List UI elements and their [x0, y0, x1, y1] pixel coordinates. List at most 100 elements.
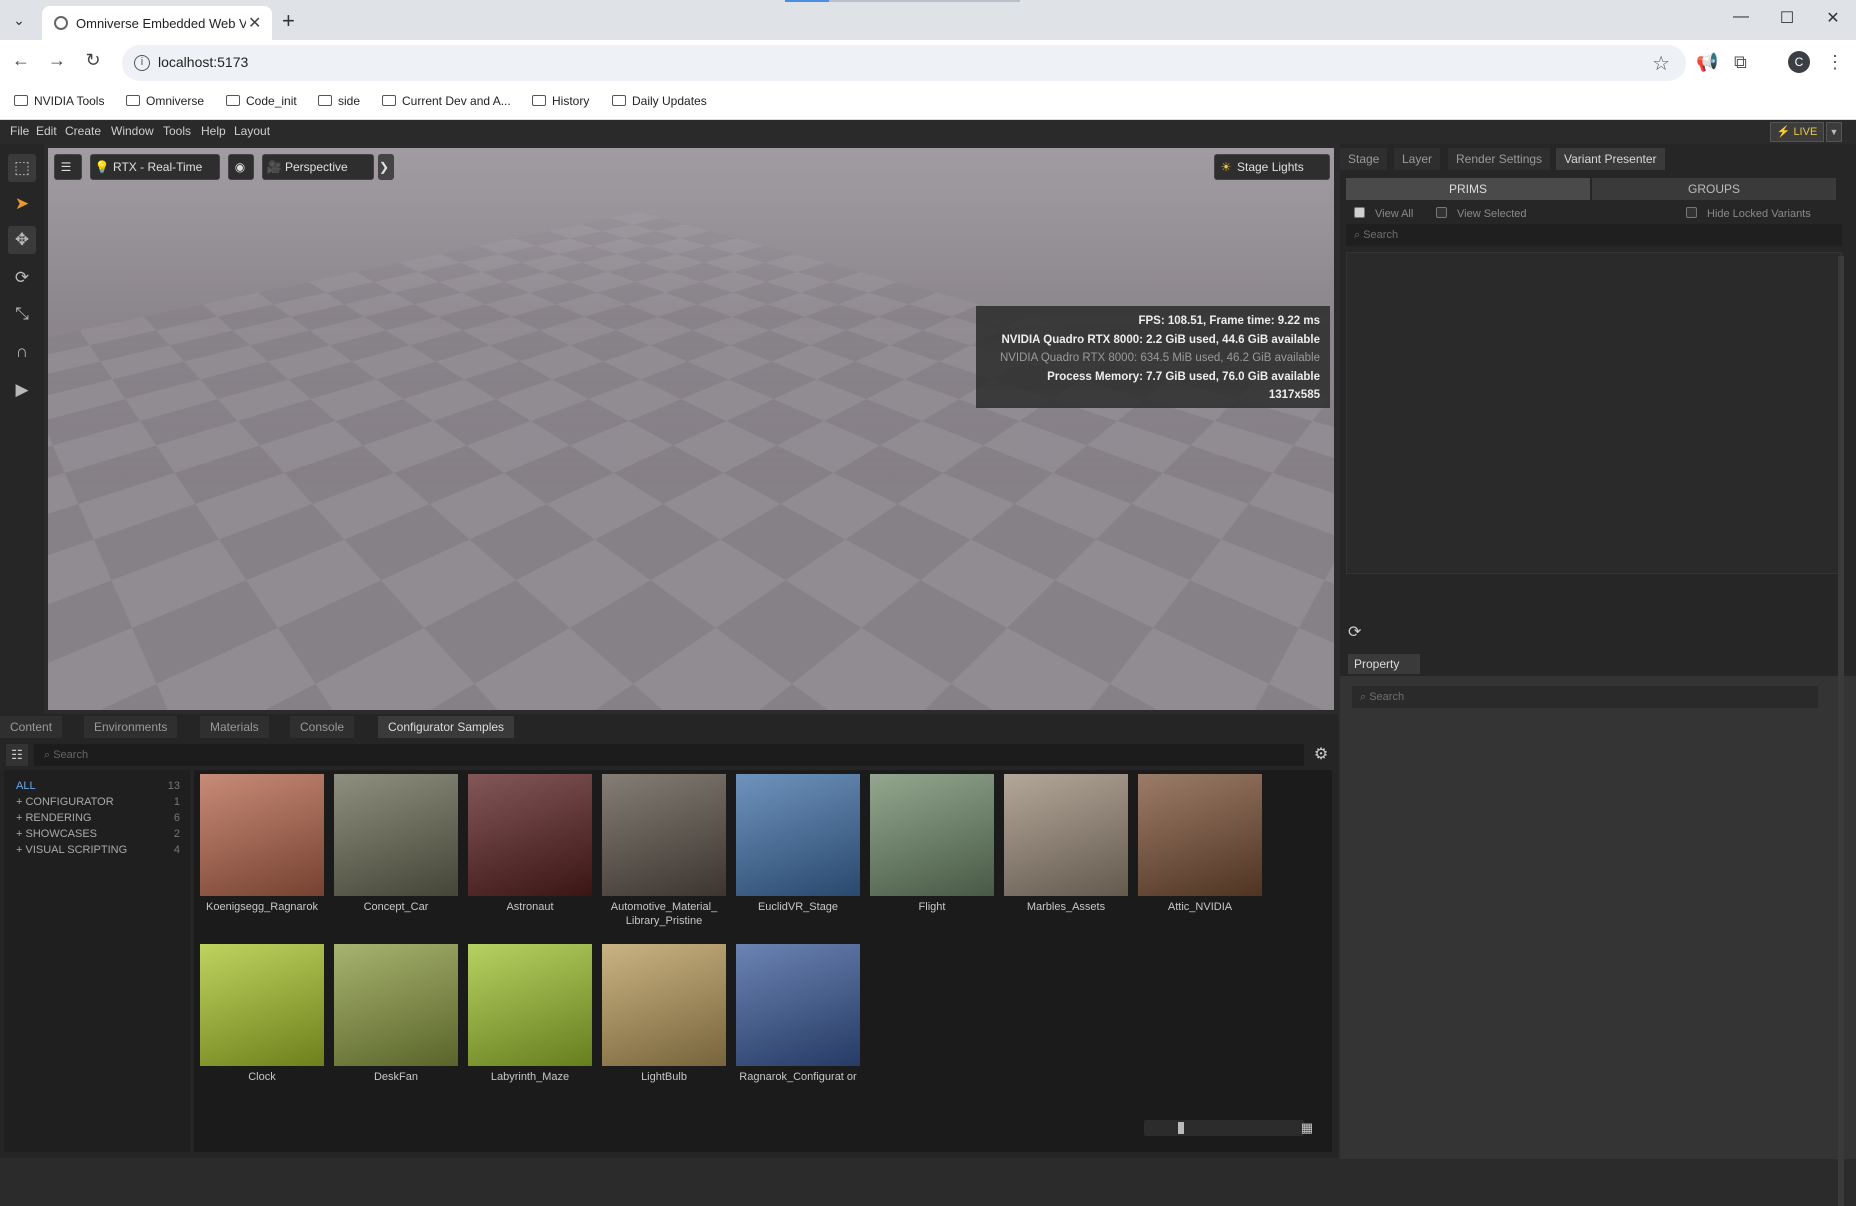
menu-window[interactable]: Window — [111, 124, 154, 138]
folder-icon — [382, 95, 396, 106]
sample-label: Koenigsegg_Ragnarok — [206, 901, 318, 913]
sample-tile[interactable]: Ragnarok_Configurat or — [736, 944, 860, 1084]
scale-icon[interactable]: ⤡ — [8, 300, 36, 328]
bookmark-star-icon[interactable]: ☆ — [1652, 51, 1670, 76]
snap-magnet-icon[interactable]: ∩ — [8, 338, 36, 366]
sample-tile[interactable]: Attic_NVIDIA — [1138, 774, 1262, 914]
site-info-icon[interactable]: i — [134, 55, 150, 71]
forward-button[interactable]: → — [44, 50, 70, 71]
category-all[interactable]: ALL 13 — [16, 780, 180, 792]
viewport-settings-button[interactable]: ☰ — [54, 154, 82, 180]
sample-label: Labyrinth_Maze — [490, 1071, 570, 1083]
new-tab-button[interactable]: + — [282, 8, 295, 34]
menu-edit[interactable]: Edit — [36, 124, 57, 138]
sample-tile[interactable]: EuclidVR_Stage — [736, 774, 860, 914]
tab-stage[interactable]: Stage — [1340, 148, 1388, 170]
menu-help[interactable]: Help — [201, 124, 226, 138]
thumbnail-size-slider[interactable] — [1144, 1120, 1304, 1136]
extension-megaphone-icon[interactable]: 📢 — [1696, 52, 1718, 73]
browser-tab[interactable]: Omniverse Embedded Web Vie ✕ — [42, 6, 272, 40]
bookmark-folder[interactable]: History — [532, 94, 589, 108]
browser-tab-title: Omniverse Embedded Web Vie — [76, 16, 246, 31]
tab-console[interactable]: Console — [290, 716, 355, 738]
tab-configurator-samples[interactable]: Configurator Samples — [378, 716, 515, 738]
sample-tile[interactable]: Clock — [200, 944, 324, 1084]
sample-tile[interactable]: Automotive_Material_ Library_Pristine — [602, 774, 726, 928]
bookmark-folder[interactable]: Code_init — [226, 94, 297, 108]
live-button[interactable]: ⚡ LIVE — [1770, 122, 1824, 142]
tab-variant-presenter[interactable]: Variant Presenter — [1556, 148, 1665, 170]
menu-layout[interactable]: Layout — [234, 124, 270, 138]
tab-property[interactable]: Property — [1348, 654, 1420, 674]
property-search-input[interactable]: ⌕ Search — [1352, 686, 1818, 708]
sample-tile[interactable]: Koenigsegg_Ragnarok — [200, 774, 324, 914]
play-icon[interactable]: ▶ — [8, 376, 36, 404]
hide-locked-variants-checkbox[interactable]: Hide Locked Variants — [1686, 207, 1811, 220]
filter-tree-icon[interactable]: ☷ — [6, 744, 28, 766]
category-visual-scripting[interactable]: + VISUAL SCRIPTING 4 — [16, 844, 180, 856]
bookmark-folder[interactable]: Omniverse — [126, 94, 204, 108]
camera-button[interactable]: 🎥 Perspective — [262, 154, 374, 180]
camera-icon: 🎥 — [266, 160, 282, 174]
grid-view-icon[interactable]: ▦ — [1298, 1120, 1316, 1136]
reload-button[interactable]: ↻ — [80, 50, 106, 71]
sample-tile[interactable]: DeskFan — [334, 944, 458, 1084]
variant-search-input[interactable]: ⌕ Search — [1346, 224, 1842, 246]
tab-materials[interactable]: Materials — [200, 716, 269, 738]
menu-file[interactable]: File — [10, 124, 29, 138]
renderer-button[interactable]: 💡 RTX - Real-Time — [90, 154, 220, 180]
menu-bar: File Edit Create Window Tools Help Layou… — [0, 120, 1856, 144]
tab-content[interactable]: Content — [0, 716, 63, 738]
category-configurator[interactable]: + CONFIGURATOR 1 — [16, 796, 180, 808]
groups-segment-button[interactable]: GROUPS — [1592, 178, 1836, 200]
gear-icon[interactable]: ⚙ — [1310, 744, 1332, 766]
view-selected-checkbox[interactable]: View Selected — [1436, 207, 1527, 220]
viewport[interactable]: ☰ 💡 RTX - Real-Time ◉ 🎥 Perspective ❯ ☀ Sta… — [48, 148, 1334, 710]
sample-tile[interactable]: Concept_Car — [334, 774, 458, 914]
minimize-button[interactable]: — — [1726, 8, 1756, 26]
view-all-checkbox[interactable]: View All — [1354, 207, 1413, 220]
visibility-button[interactable]: ◉ — [228, 154, 254, 180]
bookmark-folder[interactable]: Current Dev and A... — [382, 94, 511, 108]
move-icon[interactable]: ✥ — [8, 226, 36, 254]
prims-segment-button[interactable]: PRIMS — [1346, 178, 1590, 200]
category-rendering[interactable]: + RENDERING 6 — [16, 812, 180, 824]
url-input[interactable]: i localhost:5173 ☆ — [122, 45, 1686, 81]
rotate-icon[interactable]: ⟳ — [8, 264, 36, 292]
tab-environments[interactable]: Environments — [84, 716, 178, 738]
bookmark-folder[interactable]: side — [318, 94, 360, 108]
profile-avatar[interactable]: C — [1788, 51, 1810, 73]
browser-menu-icon[interactable]: ⋮ — [1826, 52, 1844, 73]
sample-tile[interactable]: Marbles_Assets — [1004, 774, 1128, 914]
slider-knob[interactable] — [1178, 1122, 1184, 1134]
menu-create[interactable]: Create — [65, 124, 101, 138]
tab-layer[interactable]: Layer — [1394, 148, 1441, 170]
sample-label: Marbles_Assets — [1026, 901, 1106, 913]
bookmark-folder[interactable]: Daily Updates — [612, 94, 707, 108]
live-dropdown-chevron-icon[interactable]: ▼ — [1826, 122, 1842, 142]
lightbulb-icon: 💡 — [94, 160, 110, 174]
select-mode-icon[interactable]: ⬚ — [8, 154, 36, 182]
sample-tile[interactable]: Astronaut — [468, 774, 592, 914]
extensions-puzzle-icon[interactable]: ⧉ — [1734, 52, 1747, 73]
sample-tile[interactable]: Labyrinth_Maze — [468, 944, 592, 1084]
content-search-input[interactable]: ⌕ Search — [34, 744, 1304, 766]
category-showcases[interactable]: + SHOWCASES 2 — [16, 828, 180, 840]
sample-label: DeskFan — [373, 1071, 419, 1083]
stage-lights-button[interactable]: ☀ Stage Lights — [1214, 154, 1330, 180]
refresh-icon[interactable]: ⟳ — [1348, 622, 1368, 642]
sample-tile[interactable]: Flight — [870, 774, 994, 914]
tab-list-chevron-icon[interactable]: ⌄ — [4, 6, 34, 34]
close-tab-icon[interactable]: ✕ — [248, 13, 261, 33]
sample-tile[interactable]: LightBulb — [602, 944, 726, 1084]
expand-toolbar-icon[interactable]: ❯ — [378, 154, 394, 180]
tab-render-settings[interactable]: Render Settings — [1448, 148, 1551, 170]
menu-tools[interactable]: Tools — [163, 124, 191, 138]
bookmark-folder[interactable]: NVIDIA Tools — [14, 94, 104, 108]
maximize-button[interactable]: ☐ — [1772, 8, 1802, 28]
select-arrow-icon[interactable]: ➤ — [8, 190, 36, 218]
right-scrollbar[interactable] — [1838, 256, 1844, 1206]
back-button[interactable]: ← — [8, 50, 34, 71]
sample-thumbnail — [736, 944, 860, 1066]
close-window-button[interactable]: ✕ — [1818, 8, 1848, 28]
